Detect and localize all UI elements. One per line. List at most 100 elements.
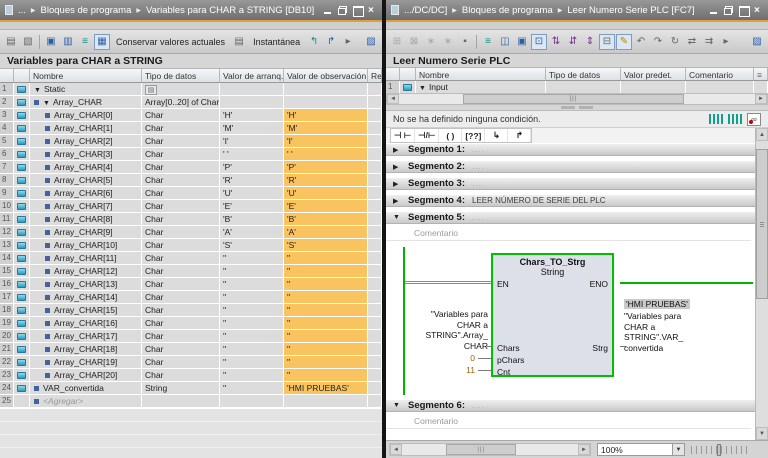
name-cell[interactable]: Array_CHAR[2] [30,135,142,148]
name-cell[interactable]: Array_CHAR[15] [30,304,142,317]
interface-settings-icon[interactable]: ≡ [754,68,768,80]
keep-values-button[interactable]: Conservar valores actuales [111,36,230,48]
expand-arrow-icon[interactable]: ▼ [419,85,426,92]
monitor-all-icon[interactable]: ▦ [94,33,110,50]
comments-toggle-icon[interactable]: ⊡ [531,33,547,50]
type-cell[interactable]: Char [142,343,220,356]
table-row[interactable]: 11 Array_CHAR[8] Char 'B' 'B' [0,213,382,226]
monitor-value-cell[interactable] [284,83,368,96]
row-number[interactable]: 15 [0,265,14,278]
monitor-value-cell[interactable] [284,395,368,408]
delete-network-icon[interactable]: ⊠ [406,34,422,50]
monitor-value-cell[interactable]: 'U' [284,187,368,200]
expand-members-icon[interactable]: ≡ [77,34,93,50]
segment-comment-placeholder[interactable]: Comentario [386,416,751,429]
row-number[interactable]: 20 [0,330,14,343]
start-value-cell[interactable]: 'S' [220,239,284,252]
type-cell[interactable]: Char [142,226,220,239]
jump-forward-icon[interactable]: ↷ [650,34,666,50]
segment-collapsed-icon[interactable]: ▶ [393,146,401,154]
zoom-dropdown-icon[interactable]: ▼ [672,444,684,455]
pin-strg[interactable]: Strg [592,343,608,353]
type-cell[interactable]: Char [142,148,220,161]
start-value-cell[interactable]: '' [220,252,284,265]
col-nombre[interactable]: Nombre [416,68,546,80]
insert-network-icon[interactable]: ⊞ [389,34,405,50]
minimize-icon[interactable] [709,6,718,15]
col-tipo[interactable]: Tipo de datos [142,69,220,82]
breadcrumb-db-title[interactable]: Variables para CHAR a STRING [DB10] [146,5,314,16]
start-value-cell[interactable]: 'A' [220,226,284,239]
segment-expanded-icon[interactable]: ▼ [393,214,401,221]
col-tipo[interactable]: Tipo de datos [546,68,621,80]
block-interface-icon[interactable]: ▪ [457,34,473,50]
close-icon[interactable]: × [368,5,377,15]
type-cell[interactable]: Array[0..20] of Char [142,96,220,109]
type-cell[interactable]: Char [142,174,220,187]
name-cell[interactable]: VAR_convertida [30,382,142,395]
type-cell[interactable]: Char [142,161,220,174]
monitor-value-cell[interactable]: '' [284,278,368,291]
zoom-select[interactable]: 100% ▼ [597,443,685,456]
monitor-value-cell[interactable]: 'E' [284,200,368,213]
name-cell[interactable]: Array_CHAR[9] [30,226,142,239]
row-number[interactable]: 18 [0,304,14,317]
type-cell[interactable]: Char [142,135,220,148]
type-cell[interactable]: Char [142,278,220,291]
table-row[interactable]: 4 Array_CHAR[1] Char 'M' 'M' [0,122,382,135]
type-cell[interactable]: Char [142,187,220,200]
name-cell[interactable]: Array_CHAR[5] [30,174,142,187]
type-cell[interactable]: Char [142,304,220,317]
pchars-value[interactable]: 0 [441,353,475,363]
row-number[interactable]: 21 [0,343,14,356]
start-value-cell[interactable]: 'P' [220,161,284,174]
start-value-cell[interactable]: ' ' [220,148,284,161]
zoom-slider[interactable] [691,443,749,456]
symbol-info-icon[interactable]: ⇕ [582,34,598,50]
row-number[interactable]: 19 [0,317,14,330]
table-row[interactable]: 20 Array_CHAR[17] Char '' '' [0,330,382,343]
row-number[interactable]: 23 [0,369,14,382]
start-value-cell[interactable]: '' [220,343,284,356]
output-operand[interactable]: "Variables para CHAR a STRING".VAR_ conv… [624,311,714,353]
consistency-icon[interactable]: ⇉ [701,34,717,50]
network-v-scrollbar[interactable]: ▲ ▼ [755,128,768,440]
start-value-cell[interactable]: '' [220,330,284,343]
monitor-value-cell[interactable]: 'A' [284,226,368,239]
split-editor-icon[interactable]: ◫ [497,34,513,50]
col-comentario[interactable]: Comentario [686,68,754,80]
row-number[interactable]: 16 [0,278,14,291]
name-cell[interactable]: Array_CHAR[3] [30,148,142,161]
start-value-cell[interactable]: 'H' [220,109,284,122]
monitor-value-cell[interactable]: '' [284,330,368,343]
pin-pchars[interactable]: pChars [497,355,524,365]
scroll-left-icon[interactable]: ◄ [390,444,402,455]
row-number[interactable]: 4 [0,122,14,135]
monitor-value-cell[interactable]: '' [284,356,368,369]
table-row[interactable]: 15 Array_CHAR[12] Char '' '' [0,265,382,278]
breadcrumb-program-blocks[interactable]: Bloques de programa [41,5,132,16]
monitor-value-cell[interactable]: 'M' [284,122,368,135]
type-cell[interactable]: ▤ [142,83,220,96]
name-cell[interactable]: Array_CHAR[10] [30,239,142,252]
name-cell[interactable]: ▼ Array_CHAR [30,96,142,109]
start-value-cell[interactable]: '' [220,356,284,369]
pin-eno[interactable]: ENO [590,279,608,289]
table-row[interactable]: 7 Array_CHAR[4] Char 'P' 'P' [0,161,382,174]
list-structure-icon[interactable]: ≡ [480,34,496,50]
update-calls-icon[interactable]: ↻ [667,34,683,50]
table-row[interactable]: 6 Array_CHAR[3] Char ' ' ' ' [0,148,382,161]
segment-collapsed-icon[interactable]: ▶ [393,180,401,188]
monitor-value-cell[interactable]: 'P' [284,161,368,174]
type-cell[interactable]: Char [142,122,220,135]
name-cell[interactable]: Array_CHAR[11] [30,252,142,265]
zoom-slider-thumb[interactable] [717,443,721,456]
monitor-value-cell[interactable] [284,96,368,109]
type-cell[interactable]: Char [142,330,220,343]
restore-icon[interactable] [338,5,347,15]
start-value-cell[interactable]: 'U' [220,187,284,200]
scrollbar-thumb[interactable]: ||| [446,444,517,455]
monitor-value-cell[interactable]: '' [284,369,368,382]
table-row[interactable]: 17 Array_CHAR[14] Char '' '' [0,291,382,304]
breadcrumb-plc[interactable]: .../DC/DC] [404,5,447,16]
